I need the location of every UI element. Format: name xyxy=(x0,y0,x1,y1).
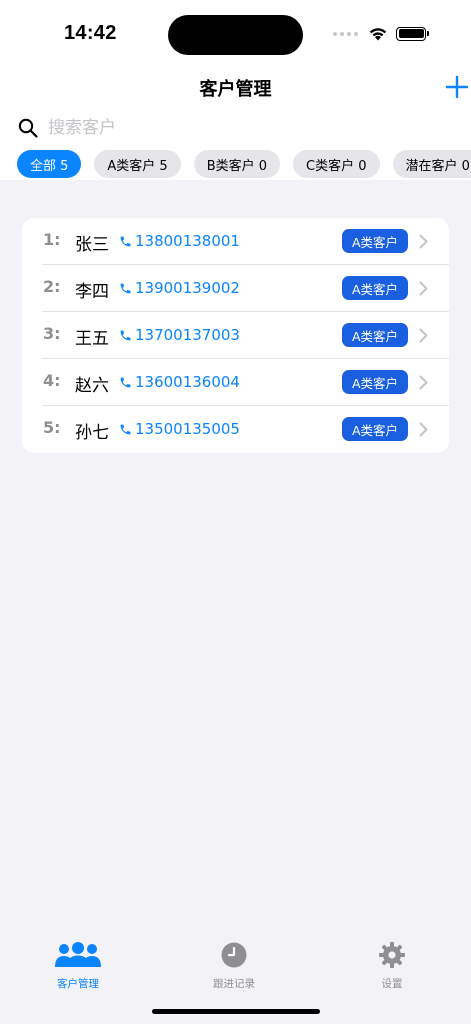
add-customer-button[interactable] xyxy=(446,76,468,98)
customer-phone[interactable]: 13900139002 xyxy=(135,279,240,297)
customer-list: 1: 张三 13800138001 A类客户 2: 李四 13900139002… xyxy=(22,218,449,453)
category-badge: A类客户 xyxy=(342,323,408,347)
category-badge: A类客户 xyxy=(342,417,408,441)
filter-chip-all[interactable]: 全部 5 xyxy=(17,150,82,178)
tab-settings-label: 设置 xyxy=(381,978,403,990)
phone-icon xyxy=(120,283,131,294)
clock-icon xyxy=(221,942,247,968)
row-index: 4: xyxy=(43,371,61,390)
phone-icon xyxy=(120,236,131,247)
chevron-right-icon xyxy=(419,281,428,296)
customer-phone[interactable]: 13600136004 xyxy=(135,373,240,391)
customer-row[interactable]: 4: 赵六 13600136004 A类客户 xyxy=(22,359,449,406)
chevron-right-icon xyxy=(419,375,428,390)
chevron-right-icon xyxy=(419,422,428,437)
people-icon xyxy=(55,942,101,967)
row-index: 1: xyxy=(43,230,61,249)
filter-chip-class-a[interactable]: A类客户 5 xyxy=(94,150,181,178)
search-icon xyxy=(18,118,38,138)
phone-icon xyxy=(120,424,131,435)
customer-row[interactable]: 3: 王五 13700137003 A类客户 xyxy=(22,312,449,359)
customer-phone[interactable]: 13700137003 xyxy=(135,326,240,344)
tab-followups[interactable]: 跟进记录 xyxy=(194,940,274,991)
customer-name: 孙七 xyxy=(75,423,109,443)
search-input[interactable] xyxy=(48,118,428,138)
customer-row[interactable]: 2: 李四 13900139002 A类客户 xyxy=(22,265,449,312)
tab-settings[interactable]: 设置 xyxy=(352,940,432,991)
category-badge: A类客户 xyxy=(342,276,408,300)
customer-phone[interactable]: 13800138001 xyxy=(135,232,240,250)
row-index: 2: xyxy=(43,277,61,296)
filter-chip-class-b[interactable]: B类客户 0 xyxy=(193,150,281,178)
chevron-right-icon xyxy=(419,234,428,249)
customer-name: 王五 xyxy=(75,329,109,349)
header-area: 14:42 客户管理 全部 5 A类客户 5 B类客户 0 C类客户 0 潜在客… xyxy=(0,0,471,180)
row-index: 5: xyxy=(43,418,61,437)
filter-chip-potential[interactable]: 潜在客户 0 xyxy=(392,150,471,178)
customer-name: 李四 xyxy=(75,282,109,302)
home-indicator xyxy=(152,1009,320,1014)
customer-name: 赵六 xyxy=(75,376,109,396)
phone-icon xyxy=(120,330,131,341)
page-title: 客户管理 xyxy=(199,79,272,100)
customer-row[interactable]: 1: 张三 13800138001 A类客户 xyxy=(22,218,449,265)
filter-chip-class-c[interactable]: C类客户 0 xyxy=(293,150,380,178)
cellular-signal-icon xyxy=(333,31,358,36)
filter-chips: 全部 5 A类客户 5 B类客户 0 C类客户 0 潜在客户 0 xyxy=(17,150,471,178)
customer-phone[interactable]: 13500135005 xyxy=(135,420,240,438)
row-index: 3: xyxy=(43,324,61,343)
category-badge: A类客户 xyxy=(342,229,408,253)
tab-customers-label: 客户管理 xyxy=(57,978,99,990)
battery-icon xyxy=(396,26,429,41)
customer-row[interactable]: 5: 孙七 13500135005 A类客户 xyxy=(22,406,449,453)
customer-name: 张三 xyxy=(75,235,109,255)
wifi-icon xyxy=(369,28,387,41)
dynamic-island xyxy=(168,15,303,55)
gear-icon xyxy=(379,942,405,968)
status-time: 14:42 xyxy=(64,22,117,44)
status-indicators xyxy=(333,26,429,41)
phone-icon xyxy=(120,377,131,388)
chevron-right-icon xyxy=(419,328,428,343)
search-bar xyxy=(18,115,448,141)
tab-followups-label: 跟进记录 xyxy=(213,978,255,990)
category-badge: A类客户 xyxy=(342,370,408,394)
tab-customers[interactable]: 客户管理 xyxy=(38,940,118,991)
